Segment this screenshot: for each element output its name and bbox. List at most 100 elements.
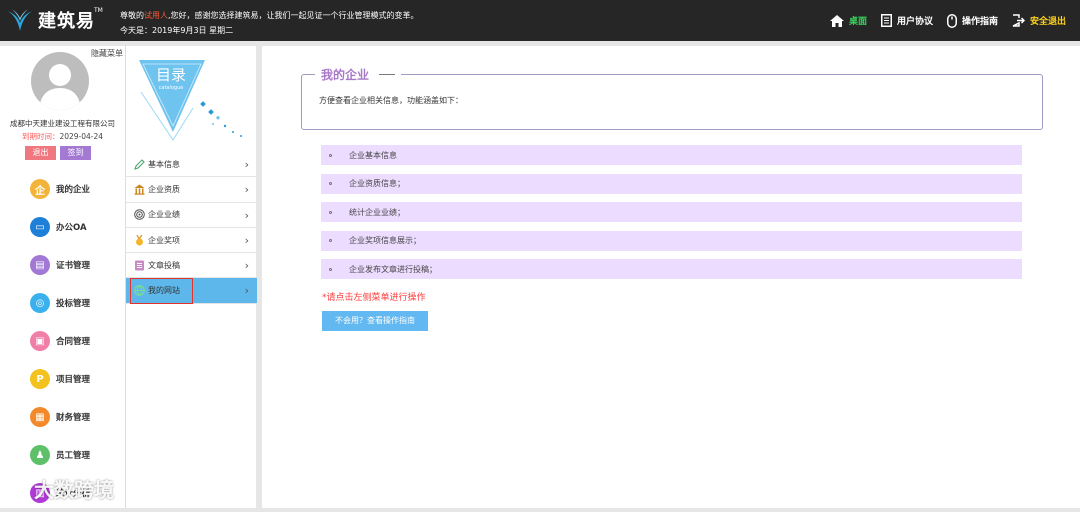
nav-user-agreement[interactable]: 用户协议 [880, 14, 933, 27]
submenu-item-awards[interactable]: 企业奖项 › [126, 228, 257, 254]
nav-desktop[interactable]: 桌面 [829, 14, 867, 27]
feature-item: 企业基本信息 [321, 145, 1022, 165]
sidebar-item-project[interactable]: P 项目管理 [0, 360, 125, 398]
logo-bird-icon [8, 9, 32, 31]
sidebar-item-target[interactable]: ◎ 投标管理 [0, 284, 125, 322]
submenu-label: 基本信息 [148, 159, 180, 169]
sidebar-item-label: 员工管理 [56, 451, 91, 461]
sidebar: 隐藏菜单 成都中天建业建设工程有限公司 到期时间：2029-04-24 退出 签… [0, 46, 125, 508]
submenu-panel: 目录 catalogue 基本信息 › 企业资质 › 企业业绩 › 企业奖项 ›… [125, 46, 257, 508]
top-nav: 桌面 用户协议 操作指南 安全退出 [829, 0, 1080, 41]
exit-icon [1012, 14, 1025, 27]
user-silhouette-icon [39, 64, 81, 110]
feature-item: 企业发布文章进行投稿； [321, 259, 1022, 279]
article-icon [134, 260, 145, 271]
company-name: 成都中天建业建设工程有限公司 [10, 119, 115, 128]
feature-text: 企业基本信息 [349, 150, 397, 160]
bullet-icon [329, 267, 332, 271]
welcome-message: 尊敬的试用人,您好，感谢您选择建筑易，让我们一起见证一个行业管理模式的变革。 今… [120, 8, 419, 38]
catalog-badge: 目录 catalogue [131, 56, 251, 149]
sidebar-item-monitor[interactable]: ▭ 办公OA [0, 208, 125, 246]
nav-guide[interactable]: 操作指南 [946, 13, 998, 28]
submenu-item-articles[interactable]: 文章投稿 › [126, 253, 257, 279]
submenu-item-website[interactable]: 我的网站 › [126, 278, 257, 305]
globe-icon [134, 209, 145, 221]
sidebar-item-finance[interactable]: ▦ 财务管理 [0, 398, 125, 436]
page-title-text: 我的企业 [321, 68, 370, 82]
medal-icon [134, 234, 145, 246]
intro-panel: 我的企业 方便查看企业相关信息，功能涵盖如下： [301, 66, 1043, 130]
sidebar-item-label: 办公OA [56, 223, 87, 233]
greeting-suffix: ,您好，感谢您选择建筑易，让我们一起见证一个行业管理模式的变革。 [168, 11, 419, 20]
expire-label: 到期时间： [21, 132, 60, 141]
submenu-item-performance[interactable]: 企业业绩 › [126, 203, 257, 228]
catalog-subtitle: catalogue [159, 85, 184, 91]
submenu-label: 企业业绩 [148, 210, 180, 220]
sidebar-item-enterprise[interactable]: 企我的企业 [0, 170, 125, 208]
submenu-list: 基本信息 › 企业资质 › 企业业绩 › 企业奖项 › 文章投稿 › 我的网站 … [126, 152, 257, 305]
avatar[interactable] [31, 52, 89, 110]
submenu-label: 企业资质 [148, 184, 180, 194]
submenu-item-basic-info[interactable]: 基本信息 › [126, 152, 257, 178]
bullet-icon [329, 239, 332, 242]
home-icon [829, 14, 844, 27]
chevron-right-icon: › [244, 183, 249, 197]
operation-tip: *请点击左侧菜单进行操作 [322, 293, 426, 303]
watermark-text: 大数跨境 [34, 478, 114, 502]
nav-logout-label: 安全退出 [1029, 17, 1066, 27]
finance-icon: ▦ [30, 407, 50, 427]
catalog-banner-icon: 目录 catalogue [139, 60, 242, 141]
mouse-icon [946, 13, 957, 28]
sidebar-item-label: 财务管理 [56, 413, 91, 423]
pencil-icon [134, 158, 145, 170]
sidebar-item-label: 我的企业 [56, 185, 91, 195]
submenu-label: 企业奖项 [148, 235, 180, 245]
sidebar-item-label: 项目管理 [56, 375, 91, 385]
monitor-icon: ▭ [30, 217, 50, 237]
logout-button[interactable]: 退出 [25, 146, 56, 160]
target-icon: ◎ [30, 293, 50, 313]
sidebar-item-briefcase[interactable]: ▣ 合同管理 [0, 322, 125, 360]
feature-text: 企业奖项信息展示； [349, 236, 421, 245]
project-icon: P [30, 369, 50, 389]
bullet-icon [329, 153, 332, 157]
feature-item: 统计企业业绩； [321, 202, 1022, 222]
document-icon [880, 14, 892, 27]
greeting-prefix: 尊敬的 [120, 11, 144, 20]
chevron-right-icon: › [244, 259, 249, 273]
view-guide-button[interactable]: 不会用？查看操作指南 [322, 311, 428, 331]
feature-item: 企业奖项信息展示； [321, 230, 1022, 251]
briefcase-icon: ▣ [30, 331, 50, 351]
page-title: 我的企业 [315, 66, 402, 83]
sidebar-item-certificate[interactable]: ▤ 证书管理 [0, 246, 125, 284]
building-icon [134, 184, 145, 195]
app-logo[interactable]: 建筑易 TM [6, 6, 103, 34]
main-content: 我的企业 方便查看企业相关信息，功能涵盖如下： 企业基本信息 企业资质信息； 统… [262, 46, 1080, 508]
top-bar: 建筑易 TM 尊敬的试用人,您好，感谢您选择建筑易，让我们一起见证一个行业管理模… [0, 0, 1080, 41]
trademark: TM [94, 7, 103, 14]
catalog-title: 目录 [156, 66, 186, 84]
greeting-user: 试用人 [144, 11, 168, 20]
hide-menu-link[interactable]: 隐藏菜单 [91, 48, 123, 59]
submenu-item-qualification[interactable]: 企业资质 › [126, 177, 257, 203]
nav-user-agreement-label: 用户协议 [896, 17, 933, 27]
nav-logout[interactable]: 安全退出 [1012, 14, 1066, 27]
selection-highlight-box [130, 278, 193, 305]
sign-in-button[interactable]: 签到 [60, 146, 91, 160]
main-nav: 企我的企业 ▭ 办公OA ▤ 证书管理 ◎ 投标管理 ▣ 合同管理 P 项目管理 ▦ 财务管理 ♟ 员工管理… [0, 170, 125, 512]
feature-text: 企业发布文章进行投稿； [349, 264, 437, 274]
sidebar-item-staff[interactable]: ♟ 员工管理 [0, 436, 125, 474]
greeting-line: 尊敬的试用人,您好，感谢您选择建筑易，让我们一起见证一个行业管理模式的变革。 [120, 8, 419, 23]
feature-text: 企业资质信息； [349, 179, 405, 188]
watermark: 大数跨境 [4, 474, 114, 503]
date-line: 今天是：2019年9月3日 星期二 [120, 26, 234, 35]
expire-info: 到期时间：2029-04-24 [0, 131, 125, 142]
chevron-right-icon: › [244, 208, 249, 222]
staff-icon: ♟ [30, 445, 50, 465]
sidebar-item-label: 证书管理 [56, 261, 91, 271]
certificate-icon: ▤ [30, 255, 50, 275]
nav-desktop-label: 桌面 [848, 17, 867, 27]
bullet-icon [329, 182, 332, 185]
feature-list: 企业基本信息 企业资质信息； 统计企业业绩； 企业奖项信息展示； 企业发布文章进… [321, 145, 1022, 288]
bullet-icon [329, 210, 332, 214]
